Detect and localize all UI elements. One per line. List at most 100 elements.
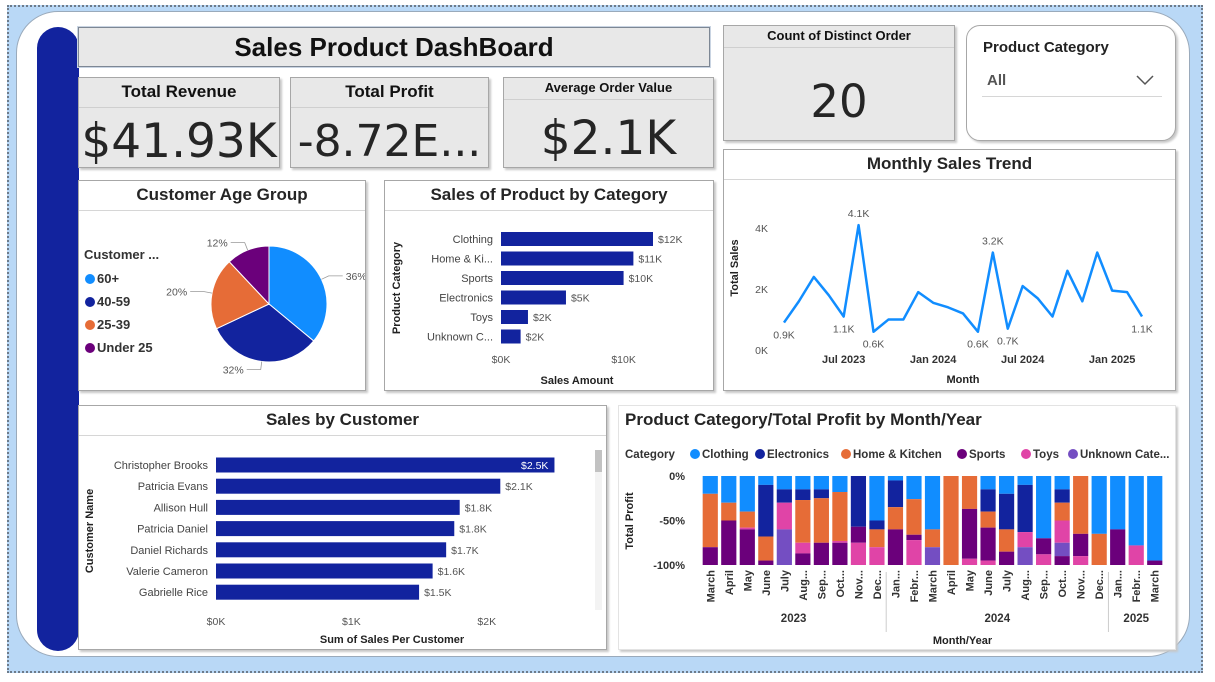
profit-bar-segment[interactable] [943,476,959,565]
customer-bar[interactable] [216,542,447,558]
profit-bar-segment[interactable] [1128,545,1144,565]
profit-legend-label[interactable]: Sports [969,449,1005,461]
profit-bar-segment[interactable] [1073,476,1089,534]
profit-bar-segment[interactable] [998,551,1015,565]
profit-bar-segment[interactable] [980,560,996,565]
profit-bar-segment[interactable] [832,542,848,565]
profit-bar-segment[interactable] [795,542,811,554]
trend-series-line[interactable] [782,223,1144,333]
profit-bar-segment[interactable] [924,476,941,530]
kpi-total-profit-card[interactable]: Total Profit -8.72E... [290,77,489,168]
profit-bar-segment[interactable] [776,502,792,530]
profit-bar-segment[interactable] [887,529,904,565]
customer-bar[interactable] [216,499,460,515]
profit-bar-segment[interactable] [1110,476,1126,530]
profit-bar-segment[interactable] [776,476,792,490]
profit-bar-segment[interactable] [776,529,792,565]
profit-bar-segment[interactable] [924,547,941,565]
age-legend-label[interactable]: 40-59 [97,294,130,309]
category-bar[interactable] [501,232,653,246]
profit-bar-segment[interactable] [758,484,774,537]
profit-bar-segment[interactable] [758,536,774,561]
kpi-total-revenue-card[interactable]: Total Revenue $41.93K [78,77,280,169]
profit-bar-segment[interactable] [980,476,996,490]
category-bar[interactable] [501,290,566,305]
profit-bar-segment[interactable] [739,527,755,530]
profit-bar-segment[interactable] [739,476,755,512]
age-legend-label[interactable]: Under 25 [97,340,153,355]
profit-bar-segment[interactable] [776,489,792,503]
profit-bar-segment[interactable] [961,476,978,509]
profit-bar-segment[interactable] [795,476,811,490]
profit-bar-segment[interactable] [813,476,829,490]
profit-bar-segment[interactable] [813,542,829,565]
profit-bar-segment[interactable] [980,489,996,512]
profit-bar-segment[interactable] [813,498,829,543]
profit-bar-segment[interactable] [758,560,774,565]
profit-legend-label[interactable]: Home & Kitchen [853,449,942,461]
customer-bar[interactable] [216,478,501,494]
profit-bar-segment[interactable] [832,476,848,493]
customer-bar[interactable] [216,563,433,579]
profit-bar-segment[interactable] [1091,476,1107,534]
profit-bar-segment[interactable] [1054,502,1070,521]
category-bar[interactable] [501,329,521,344]
profit-bar-segment[interactable] [998,493,1015,530]
profit-bar-segment[interactable] [887,476,904,481]
age-legend-label[interactable]: 25-39 [97,317,130,332]
profit-bar-segment[interactable] [1110,529,1126,565]
category-bar[interactable] [501,310,528,324]
profit-bar-segment[interactable] [702,493,718,548]
profit-legend-label[interactable]: Electronics [767,449,829,461]
customer-bar[interactable] [216,457,555,473]
customer-scrollbar-thumb[interactable] [595,450,602,472]
profit-bar-segment[interactable] [1054,489,1070,503]
profit-bar-segment[interactable] [758,476,774,485]
profit-bar-segment[interactable] [702,476,718,494]
profit-bar-segment[interactable] [1054,476,1070,490]
customer-bar[interactable] [216,584,420,600]
profit-bar-segment[interactable] [869,529,885,548]
profit-bar-segment[interactable] [1017,547,1033,565]
profit-bar-segment[interactable] [906,534,922,541]
category-bar[interactable] [501,271,624,285]
customer-scrollbar-track[interactable] [595,450,602,610]
profit-bar-segment[interactable] [721,520,737,566]
profit-bar-segment[interactable] [1017,484,1033,533]
profit-bar-segment[interactable] [1054,556,1070,565]
profit-bar-segment[interactable] [998,476,1015,494]
profit-bar-segment[interactable] [795,553,811,565]
kpi-distinct-orders-card[interactable]: Count of Distinct Order 20 [723,25,955,141]
profit-bar-segment[interactable] [739,529,755,565]
profit-bar-segment[interactable] [924,529,941,548]
profit-bar-segment[interactable] [980,527,996,561]
profit-bar-segment[interactable] [906,540,922,565]
profit-bar-segment[interactable] [832,492,848,541]
kpi-avg-order-value-card[interactable]: Average Order Value $2.1K [503,77,714,168]
customer-bar[interactable] [216,521,455,537]
profit-bar-segment[interactable] [906,499,922,535]
profit-bar-segment[interactable] [869,520,885,530]
profit-bar-segment[interactable] [795,489,811,501]
profit-bar-segment[interactable] [795,500,811,543]
profit-legend-label[interactable]: Toys [1033,449,1059,461]
profit-bar-segment[interactable] [850,526,867,543]
profit-bar-segment[interactable] [702,547,718,565]
profit-bar-segment[interactable] [961,508,978,559]
profit-bar-segment[interactable] [887,480,904,508]
profit-bar-segment[interactable] [1036,476,1052,539]
profit-bar-segment[interactable] [1147,476,1163,561]
profit-bar-segment[interactable] [1073,556,1089,565]
slicer-dropdown[interactable]: All [982,65,1162,97]
profit-bar-segment[interactable] [1091,533,1107,565]
profit-bar-segment[interactable] [850,542,867,565]
profit-bar-segment[interactable] [998,529,1015,552]
profit-bar-segment[interactable] [1147,560,1163,565]
profit-bar-segment[interactable] [1017,532,1033,548]
profit-bar-segment[interactable] [1017,476,1033,485]
profit-legend-label[interactable]: Unknown Cate... [1080,449,1169,461]
category-bar[interactable] [501,251,634,266]
profit-bar-segment[interactable] [869,476,885,521]
profit-bar-segment[interactable] [850,476,867,527]
age-legend-label[interactable]: 60+ [97,271,119,286]
